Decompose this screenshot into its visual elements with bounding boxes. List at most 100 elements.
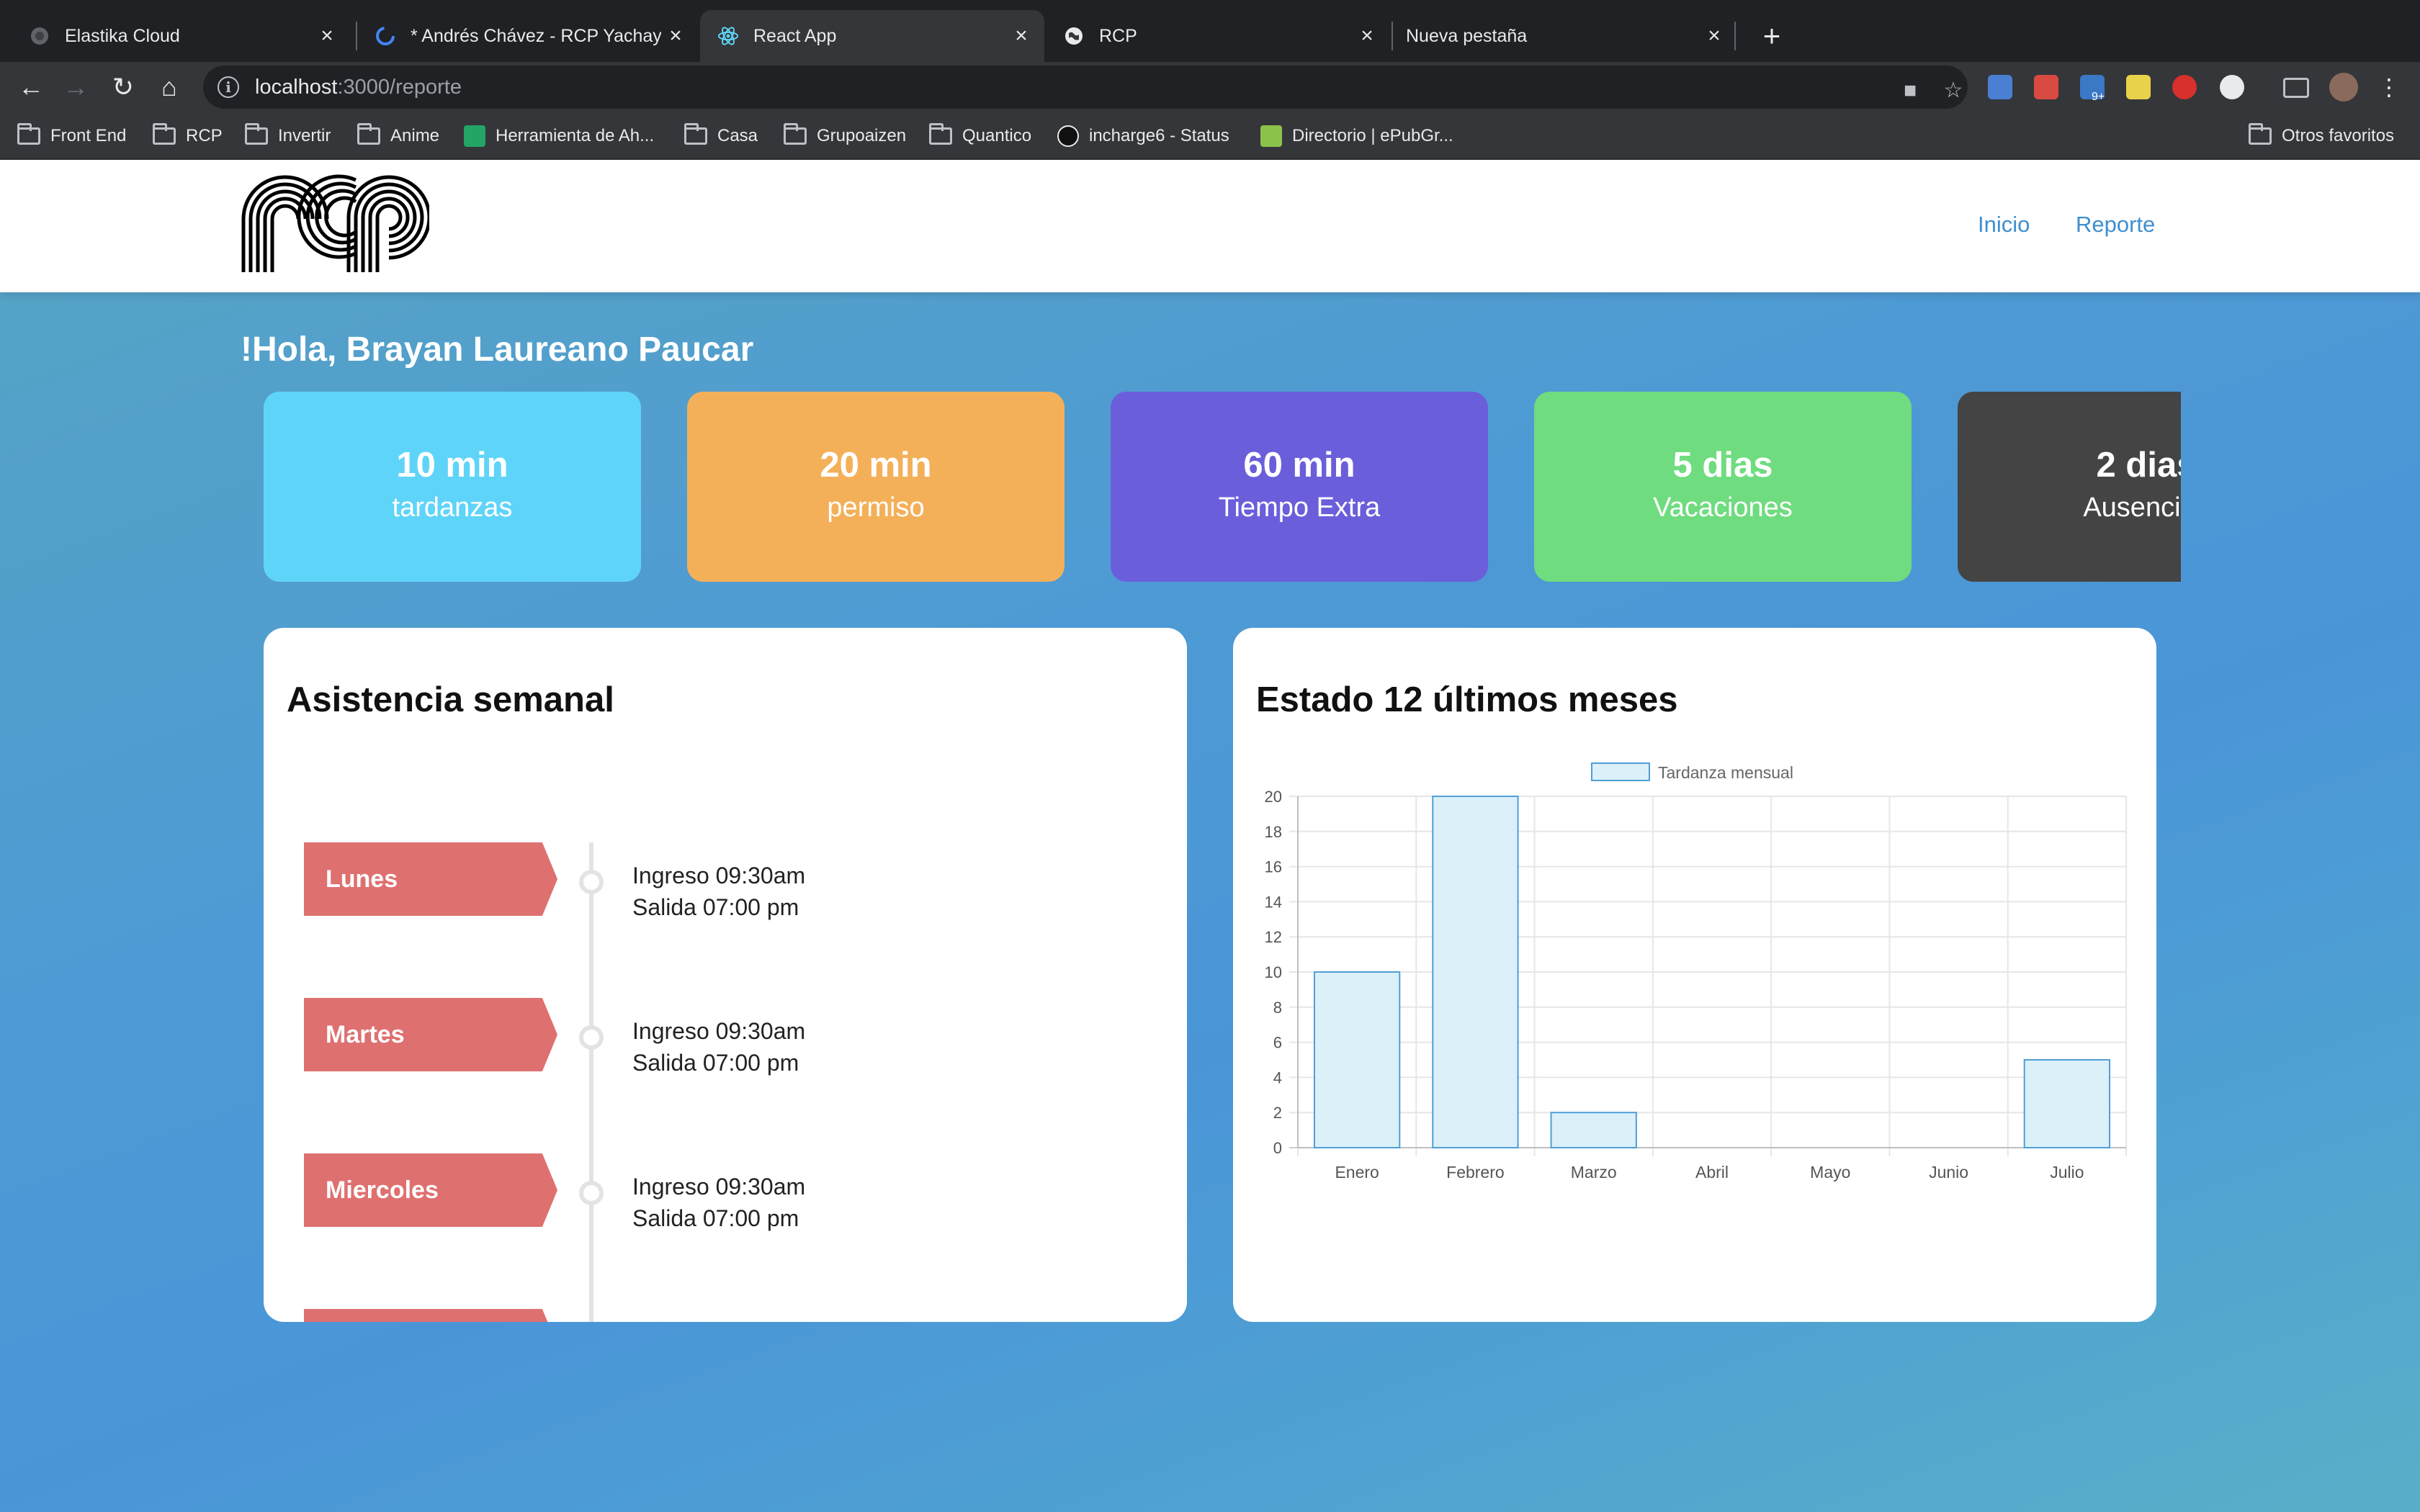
check-in-time: Ingreso 09:30am [632,1018,806,1044]
translate-extension-icon[interactable] [1988,75,2012,99]
nav-link-reporte[interactable]: Reporte [2076,212,2155,238]
y-tick-label: 6 [1273,1034,1282,1052]
bookmark-directorio[interactable]: Directorio | ePubGr... [1260,121,1453,151]
card-tiempo-extra: 60 min Tiempo Extra [1111,392,1488,582]
tab-andres[interactable]: * Andrés Chávez - RCP Yachay M × [357,10,699,62]
bookmark-front-end[interactable]: Front End [17,121,126,151]
bookmark-rcp[interactable]: RCP [153,121,223,151]
folder-icon [153,123,176,145]
bar-enero [1314,971,1401,1148]
forward-icon[interactable]: → [56,68,95,107]
legend-label: Tardanza mensual [1658,763,1793,782]
epub-icon [1260,125,1282,147]
url-host: localhost [255,75,338,99]
close-icon[interactable]: × [1700,24,1729,48]
status-icon [1057,125,1079,147]
globe-icon [1063,25,1085,47]
site-info-icon[interactable]: i [218,76,239,98]
bookmark-grupoaizen[interactable]: Grupoaizen [784,121,906,151]
nav-link-inicio[interactable]: Inicio [1978,212,2030,238]
bookmark-invertir[interactable]: Invertir [245,121,331,151]
folder-icon [684,123,707,145]
tab-nueva[interactable]: Nueva pestaña × [1393,10,1737,62]
url-path: :3000/reporte [337,75,462,99]
camera-icon[interactable]: ■ [1896,76,1924,105]
card-label: permiso [827,492,925,523]
y-tick-label: 2 [1273,1104,1282,1122]
tab-react-app[interactable]: React App × [700,10,1044,62]
folder-icon [929,123,952,145]
card-value: 20 min [820,446,932,485]
home-icon[interactable]: ⌂ [150,68,189,107]
address-bar[interactable]: i localhost:3000/reporte ■ ☆ [203,66,1968,109]
page-content: Inicio Reporte !Hola, Brayan Laureano Pa… [0,160,2420,1512]
timeline-dot [579,1025,604,1050]
close-icon[interactable]: × [1353,24,1381,48]
card-label: Ausencias [2083,492,2181,523]
check-in-time: Ingreso 09:30am [632,863,806,888]
extension-badge: 9+ [2092,91,2105,103]
tab-title: React App [753,25,837,46]
tab-title: RCP [1099,25,1137,46]
summary-cards: 10 min tardanzas 20 min permiso 60 min T… [264,392,2181,582]
extension-icon[interactable] [2220,75,2244,99]
tab-elastika[interactable]: Elastika Cloud × [0,10,350,62]
star-icon[interactable]: ☆ [1939,76,1968,105]
status-panel: Estado 12 últimos meses 0 2 4 6 8 10 12 14 16 18 2… [1233,628,2156,1322]
y-tick-label: 10 [1265,963,1282,981]
browser-toolbar: ← → ↻ ⌂ i localhost:3000/reporte ■ ☆ 9+ … [0,62,2420,112]
check-out-time: Salida 07:00 pm [632,1205,799,1231]
day-times: Ingreso 09:30am Salida 07:00 pm [632,1171,805,1234]
rcp-logo[interactable] [241,174,429,272]
avatar[interactable] [2329,73,2358,102]
loading-icon [375,25,396,47]
timeline-item: Lunes Ingreso 09:30am Salida 07:00 pm [264,842,1187,943]
day-tag: Lunes [304,842,557,916]
y-tick-label: 8 [1273,999,1282,1017]
extension-icon[interactable] [2126,75,2151,99]
card-label: Tiempo Extra [1218,492,1381,523]
bookmark-herramienta[interactable]: Herramienta de Ah... [464,121,654,151]
extension-icon[interactable] [2034,75,2058,99]
card-tardanzas: 10 min tardanzas [264,392,641,582]
y-tick-label: 18 [1265,823,1282,841]
adblock-icon[interactable] [2172,75,2197,99]
card-value: 10 min [396,446,508,485]
browser-tab-strip: Elastika Cloud × * Andrés Chávez - RCP Y… [0,0,2420,62]
cast-icon[interactable] [2283,78,2309,98]
reload-icon[interactable]: ↻ [104,68,143,107]
tab-divider [1734,22,1736,50]
folder-icon [784,123,807,145]
folder-icon [17,123,40,145]
bookmark-anime[interactable]: Anime [357,121,439,151]
bookmark-otros-favoritos[interactable]: Otros favoritos [2249,121,2394,151]
folder-icon [2249,123,2272,145]
day-times: Ingreso 09:30am Salida 07:00 pm [632,1015,805,1079]
menu-icon[interactable]: ⋮ [2370,68,2408,107]
new-tab-button[interactable]: + [1750,16,1793,56]
extension-icon[interactable]: 9+ [2080,75,2105,103]
x-tick-label: Julio [2050,1163,2084,1182]
card-label: Vacaciones [1653,492,1793,523]
bar-febrero [1432,796,1519,1148]
tab-title: Elastika Cloud [65,25,180,46]
close-icon[interactable]: × [313,24,341,48]
bar-julio [2023,1059,2110,1148]
close-icon[interactable]: × [1007,24,1036,48]
bookmark-incharge6[interactable]: incharge6 - Status [1057,121,1229,151]
card-value: 2 dias [2096,446,2181,485]
timeline-item-partial [264,1309,1187,1322]
x-tick-label: Enero [1335,1163,1379,1182]
bookmark-casa[interactable]: Casa [684,121,758,151]
timeline-dot [579,870,604,894]
greeting-heading: !Hola, Brayan Laureano Paucar [241,330,754,369]
timeline-item: Martes Ingreso 09:30am Salida 07:00 pm [264,998,1187,1099]
globe-icon [29,25,50,47]
card-label: tardanzas [392,492,513,523]
x-tick-label: Mayo [1810,1163,1850,1182]
x-tick-label: Junio [1929,1163,1968,1182]
back-icon[interactable]: ← [12,68,50,107]
tab-rcp[interactable]: RCP × [1046,10,1390,62]
bookmark-quantico[interactable]: Quantico [929,121,1031,151]
close-icon[interactable]: × [661,24,690,48]
